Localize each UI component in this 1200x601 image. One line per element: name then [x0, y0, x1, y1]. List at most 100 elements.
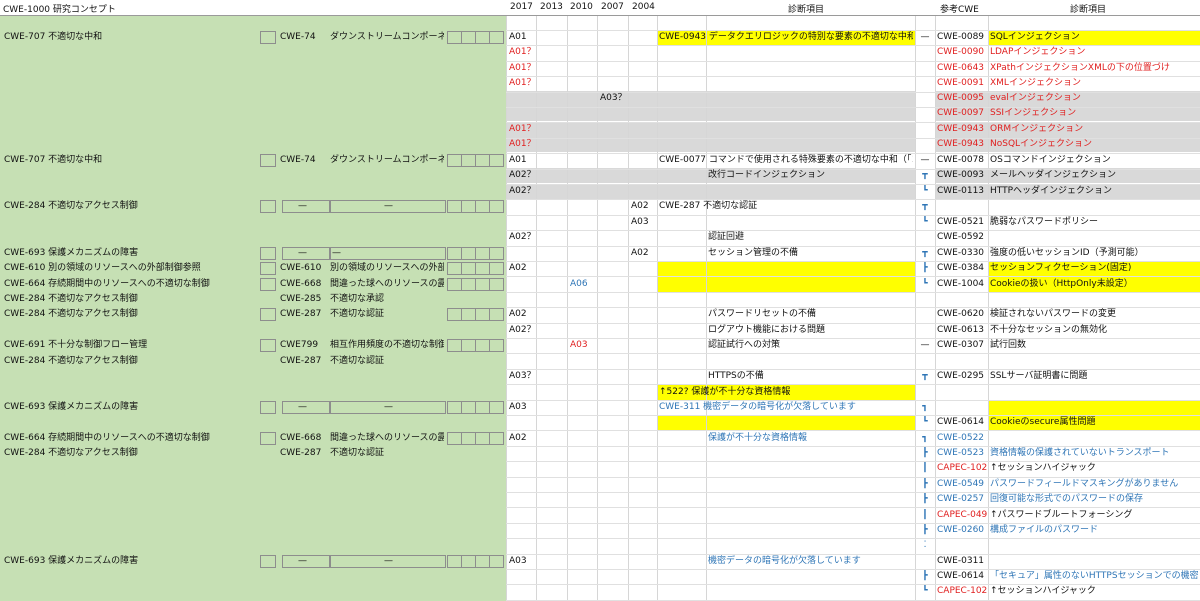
year-2010[interactable]: 2010 — [570, 2, 593, 12]
diagnosis-item[interactable]: CWE-287 不適切な認証 — [659, 200, 913, 213]
cwe-id-cell[interactable]: CWE-74 — [280, 31, 328, 44]
year-2007[interactable]: 2007 — [601, 2, 624, 12]
ref-cwe-cell[interactable]: CWE-0521 — [937, 216, 989, 229]
diagnosis-item[interactable]: CWE-0077 コマンドで使用される特殊要素の不適切な中和（「コマン — [659, 154, 913, 167]
concept-cell[interactable]: CWE-284 不適切なアクセス制御 — [4, 447, 258, 460]
diagnosis-detail[interactable]: ↑パスワードブルートフォーシング — [990, 509, 1198, 522]
ref-cwe-cell[interactable]: CWE-0620 — [937, 308, 989, 321]
owasp-cell[interactable]: A01 — [509, 31, 537, 44]
year-2017[interactable]: 2017 — [510, 2, 533, 12]
diagnosis-detail[interactable]: XMLインジェクション — [990, 77, 1198, 90]
cwe-name-cell[interactable]: — — [384, 555, 498, 568]
cwe-id-cell[interactable]: — — [298, 555, 346, 568]
cwe-id-cell[interactable]: CWE-287 — [280, 447, 328, 460]
concept-cell[interactable]: CWE-693 保護メカニズムの障害 — [4, 247, 258, 260]
concept-cell[interactable]: CWE-707 不適切な中和 — [4, 154, 258, 167]
tree-connector[interactable]: ┣ — [916, 524, 934, 537]
tree-connector[interactable]: ┳ — [916, 169, 934, 182]
ref-cwe-cell[interactable]: CAPEC-049 — [937, 509, 989, 522]
ref-cwe-cell[interactable]: CAPEC-102 — [937, 585, 989, 598]
ref-cwe-cell[interactable]: CWE-0078 — [937, 154, 989, 167]
owasp-cell[interactable]: A02？ — [509, 185, 537, 198]
concept-cell[interactable]: CWE-284 不適切なアクセス制御 — [4, 355, 258, 368]
owasp-cell[interactable]: A02 — [509, 432, 537, 445]
owasp-cell[interactable]: A02 — [509, 262, 537, 275]
ref-cwe-cell[interactable]: CWE-0113 — [937, 185, 989, 198]
diagnosis-item[interactable]: パスワードリセットの不備 — [708, 308, 913, 321]
tree-connector[interactable]: ┣ — [916, 478, 934, 491]
cwe-name-cell[interactable]: 不適切な承認 — [330, 293, 444, 306]
owasp-cell[interactable]: A01？ — [509, 77, 537, 90]
ref-cwe-cell[interactable]: CWE-0614 — [937, 416, 989, 429]
owasp-cell[interactable]: A02？ — [509, 169, 537, 182]
tree-connector[interactable]: ┣ — [916, 570, 934, 583]
cwe-id-cell[interactable]: CWE-610 — [280, 262, 328, 275]
cwe-id-cell[interactable]: — — [298, 401, 346, 414]
owasp-cell[interactable]: A02 — [631, 200, 659, 213]
diagnosis-item[interactable]: 認証回避 — [708, 231, 913, 244]
tree-connector[interactable]: ┃ — [916, 462, 934, 475]
owasp-cell[interactable]: A03 — [509, 401, 537, 414]
ref-cwe-cell[interactable]: CWE-0307 — [937, 339, 989, 352]
ref-cwe-cell[interactable]: CWE-0384 — [937, 262, 989, 275]
tree-connector[interactable]: ┗ — [916, 278, 934, 291]
owasp-cell[interactable]: A02？ — [509, 231, 537, 244]
owasp-cell[interactable]: A01？ — [509, 138, 537, 151]
ref-cwe-cell[interactable]: CWE-0592 — [937, 231, 989, 244]
year-2004[interactable]: 2004 — [632, 2, 655, 12]
ref-cwe-cell[interactable]: CWE-0260 — [937, 524, 989, 537]
diagnosis-item[interactable]: CWE-0943 データクエリロジックの特別な要素の不適切な中和 — [659, 31, 913, 44]
tree-connector[interactable]: ┗ — [916, 185, 934, 198]
tree-connector[interactable]: ┳ — [916, 200, 934, 213]
cwe-id-cell[interactable]: CWE-668 — [280, 432, 328, 445]
diagnosis-item[interactable]: CWE-311 機密データの暗号化が欠落しています — [659, 401, 913, 414]
tree-connector[interactable]: ┓ — [916, 432, 934, 445]
diagnosis-detail[interactable]: 資格情報の保護されていないトランスポート — [990, 447, 1198, 460]
tree-connector[interactable]: ┗ — [916, 216, 934, 229]
cwe-id-cell[interactable]: CWE-287 — [280, 308, 328, 321]
ref-cwe-cell[interactable]: CWE-0095 — [937, 92, 989, 105]
ref-cwe-cell[interactable]: CWE-0613 — [937, 324, 989, 337]
diagnosis-detail[interactable]: HTTPヘッダインジェクション — [990, 185, 1198, 198]
diagnosis-item[interactable]: ログアウト機能における問題 — [708, 324, 913, 337]
ref-cwe-cell[interactable]: CWE-0093 — [937, 169, 989, 182]
diagnosis-detail[interactable]: LDAPインジェクション — [990, 46, 1198, 59]
cwe-id-cell[interactable]: — — [298, 200, 346, 213]
owasp-cell[interactable]: A02 — [631, 247, 659, 260]
owasp-cell[interactable]: A01？ — [509, 46, 537, 59]
ref-cwe-cell[interactable]: CWE-0295 — [937, 370, 989, 383]
ref-cwe-cell[interactable]: CWE-0549 — [937, 478, 989, 491]
ref-cwe-cell[interactable]: CWE-0091 — [937, 77, 989, 90]
diagnosis-item[interactable]: 改行コードインジェクション — [708, 169, 913, 182]
concept-cell[interactable]: CWE-691 不十分な制御フロー管理 — [4, 339, 258, 352]
concept-cell[interactable]: CWE-693 保護メカニズムの障害 — [4, 401, 258, 414]
owasp-cell[interactable]: A03 — [631, 216, 659, 229]
diagnosis-detail[interactable]: ↑セッションハイジャック — [990, 462, 1198, 475]
tree-connector[interactable]: ┣ — [916, 262, 934, 275]
cwe-id-cell[interactable]: CWE-668 — [280, 278, 328, 291]
diagnosis-detail[interactable]: SSLサーバ証明書に問題 — [990, 370, 1198, 383]
cwe-name-cell[interactable]: — — [384, 200, 498, 213]
owasp-cell[interactable]: A03？ — [600, 92, 628, 105]
year-2013[interactable]: 2013 — [540, 2, 563, 12]
diagnosis-detail[interactable]: ↑セッションハイジャック — [990, 585, 1198, 598]
concept-cell[interactable]: CWE-664 存続期間中のリソースへの不適切な制御 — [4, 432, 258, 445]
ref-cwe-cell[interactable]: CWE-0643 — [937, 62, 989, 75]
ref-cwe-header[interactable]: 参考CWE — [940, 2, 979, 15]
owasp-cell[interactable]: A03？ — [509, 370, 537, 383]
ref-cwe-cell[interactable]: CWE-0614 — [937, 570, 989, 583]
owasp-cell[interactable]: A03 — [570, 339, 598, 352]
diag-header-1[interactable]: 診断項目 — [788, 2, 824, 15]
tree-connector[interactable]: ┣ — [916, 447, 934, 460]
ref-cwe-cell[interactable]: CWE-0523 — [937, 447, 989, 460]
diagnosis-detail[interactable]: NoSQLインジェクション — [990, 138, 1198, 151]
spreadsheet[interactable]: CWE-1000 研究コンセプト 2017 2013 2010 2007 200… — [0, 0, 1200, 601]
cwe-id-cell[interactable]: CWE-287 — [280, 355, 328, 368]
tree-connector[interactable]: ┳ — [916, 247, 934, 260]
cwe-name-cell[interactable]: ダウンストリームコンポーネントによっ — [330, 31, 444, 44]
tree-connector[interactable]: ⁚ — [916, 539, 934, 552]
owasp-cell[interactable]: A01 — [509, 154, 537, 167]
cwe-name-cell[interactable]: ダウンストリームコンポーネントによっ — [330, 154, 444, 167]
diagnosis-item[interactable]: ↑522? 保護が不十分な資格情報 — [659, 386, 913, 399]
cwe-name-cell[interactable]: 間違った球へのリソースの露出 — [330, 432, 444, 445]
